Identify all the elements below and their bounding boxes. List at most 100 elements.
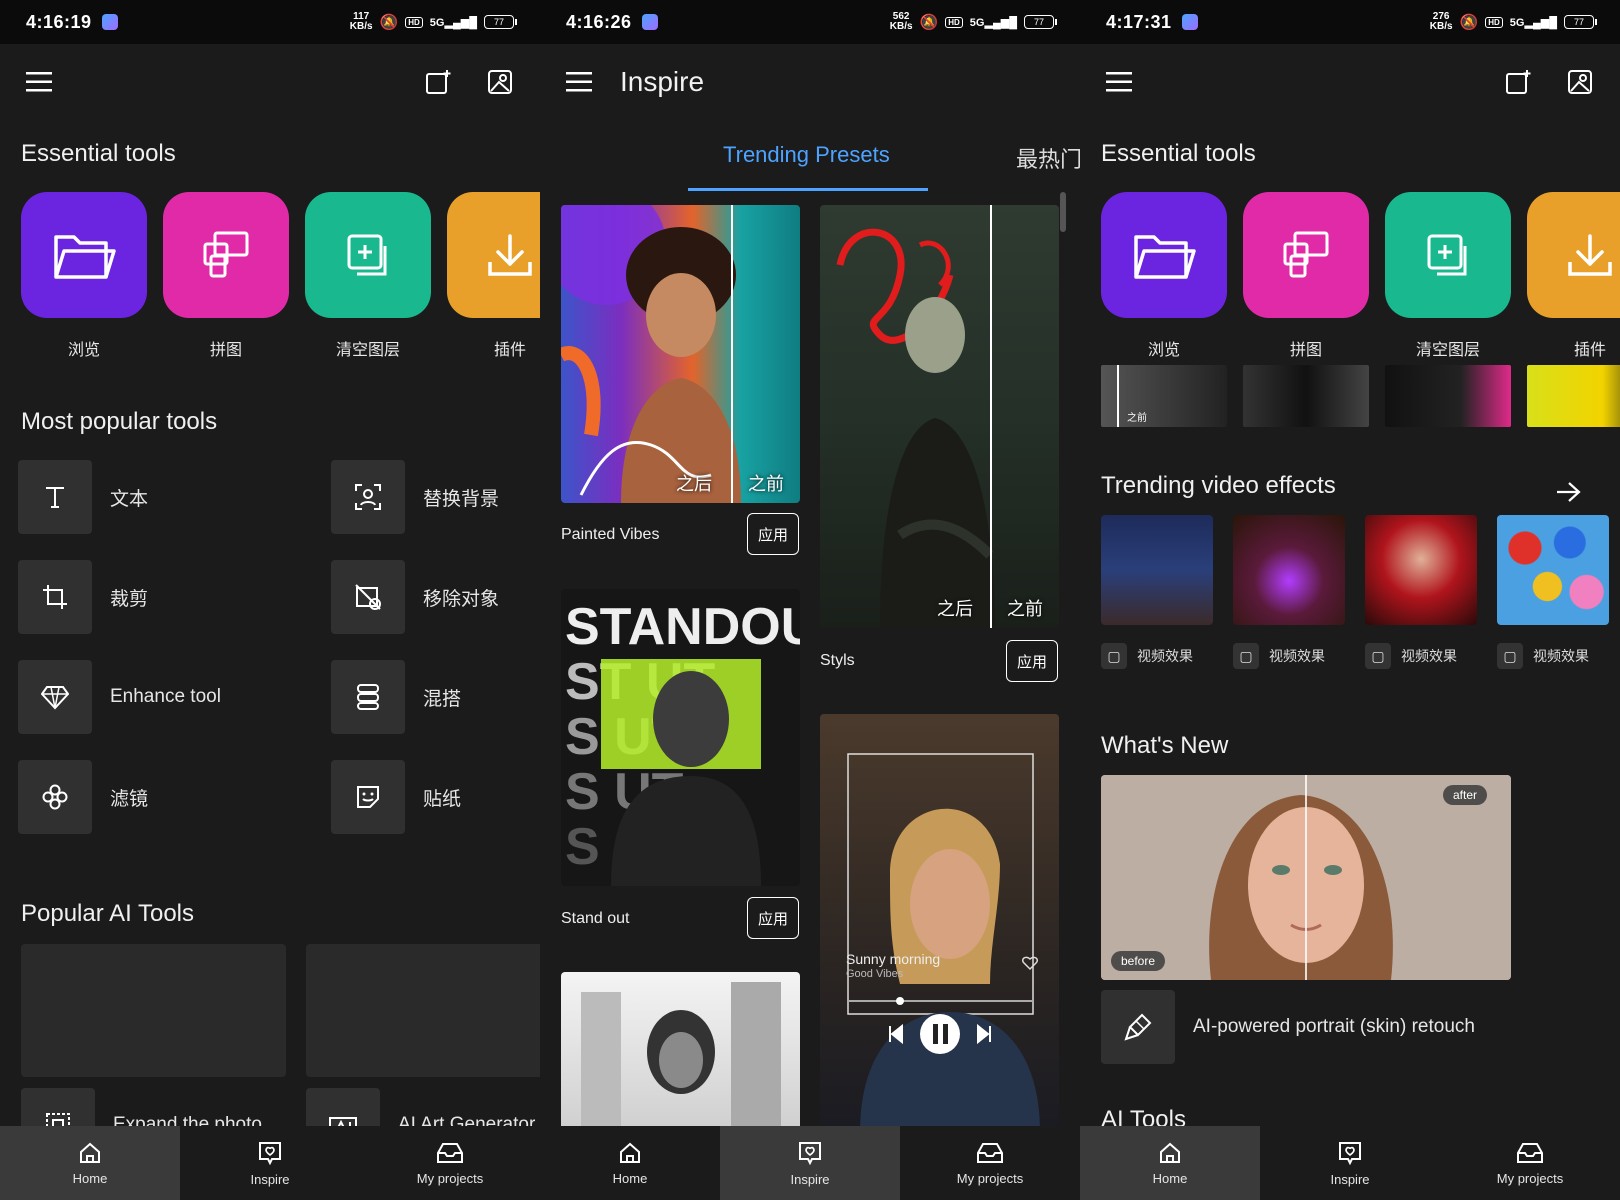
tool-browse[interactable]: 浏览 xyxy=(21,192,147,360)
nav-home[interactable]: Home xyxy=(540,1126,720,1200)
video-effect-icon: ▢ xyxy=(1365,643,1391,669)
tool-crop[interactable]: 裁剪 xyxy=(18,560,148,634)
diamond-icon xyxy=(18,660,92,734)
preset-name: Painted Vibes xyxy=(561,526,660,543)
tool-filter[interactable]: 滤镜 xyxy=(18,760,148,834)
tool-replace-background[interactable]: 替换背景 xyxy=(331,460,499,534)
mute-icon: 🔕 xyxy=(919,14,939,31)
top-app-bar xyxy=(1080,44,1620,120)
new-canvas-icon[interactable] xyxy=(1500,64,1536,100)
arrow-right-icon[interactable] xyxy=(1550,474,1586,510)
menu-icon[interactable] xyxy=(1102,64,1138,100)
download-icon xyxy=(1527,192,1620,318)
status-bar: 4:17:31 276 KB/s 🔕 HD 5G▂▄▆█ 77 xyxy=(1080,0,1620,44)
collage-icon xyxy=(1243,192,1369,318)
screen-home-1: 4:16:19 117 KB/s 🔕 HD 5G▂▄▆█ 77 Essentia… xyxy=(0,0,540,1200)
bottom-nav: Home Inspire My projects xyxy=(0,1126,540,1200)
preset-thumb[interactable] xyxy=(1385,365,1511,427)
bottom-nav: Home Inspire My projects xyxy=(540,1126,1080,1200)
video-effect-icon: ▢ xyxy=(1497,643,1523,669)
preset-thumb[interactable] xyxy=(1243,365,1369,427)
video-effect-card[interactable]: ▢ 视频效果 xyxy=(1365,515,1477,669)
top-app-bar xyxy=(0,44,540,120)
preset-image-music[interactable]: Sunny morning Good Vibes xyxy=(820,714,1059,1132)
inspire-icon xyxy=(1339,1141,1361,1165)
nav-home[interactable]: Home xyxy=(1080,1126,1260,1200)
tool-label: 浏览 xyxy=(67,342,100,359)
tool-plugins[interactable]: 插件 xyxy=(447,192,540,360)
tab-trending-presets[interactable]: Trending Presets xyxy=(723,142,890,168)
text-icon xyxy=(18,460,92,534)
gallery-icon[interactable] xyxy=(1562,64,1598,100)
nav-my-projects[interactable]: My projects xyxy=(900,1126,1080,1200)
whats-new-card[interactable]: after before xyxy=(1101,775,1511,980)
folder-icon xyxy=(1101,192,1227,318)
collage-icon xyxy=(163,192,289,318)
menu-icon[interactable] xyxy=(562,64,598,100)
svg-text:STANDOUT: STANDOUT xyxy=(565,598,800,656)
nav-my-projects[interactable]: My projects xyxy=(1440,1126,1620,1200)
whats-new-title: What's New xyxy=(1101,732,1229,759)
tool-sticker[interactable]: 贴纸 xyxy=(331,760,461,834)
network-speed: 117 KB/s xyxy=(349,11,373,32)
preset-image-styls[interactable]: 之后 之前 xyxy=(820,205,1059,628)
essential-tools-row: 浏览 拼图 清空图层 插件 xyxy=(1101,192,1620,360)
preset-thumb[interactable]: 之前 xyxy=(1101,365,1227,427)
tool-plugins[interactable]: 插件 xyxy=(1527,192,1620,360)
tab-hottest[interactable]: 最热门 xyxy=(1016,142,1080,174)
nav-inspire[interactable]: Inspire xyxy=(180,1126,360,1200)
preset-name: Styls xyxy=(820,652,855,669)
tool-label: 浏览 xyxy=(1147,342,1180,359)
nav-my-projects[interactable]: My projects xyxy=(360,1126,540,1200)
inspire-icon xyxy=(799,1141,821,1165)
song-subtitle: Good Vibes xyxy=(846,968,904,980)
new-canvas-icon[interactable] xyxy=(420,64,456,100)
video-effect-card[interactable]: ▢ 视频效果 xyxy=(1101,515,1213,669)
feature-portrait-retouch[interactable]: AI-powered portrait (skin) retouch xyxy=(1101,990,1475,1064)
app-notification-icon xyxy=(1181,14,1198,30)
video-effect-card[interactable]: ▢ 视频效果 xyxy=(1497,515,1609,669)
before-chip: before xyxy=(1111,951,1166,971)
scrollbar[interactable] xyxy=(1060,192,1066,232)
tool-clear-layer[interactable]: 清空图层 xyxy=(1385,192,1511,360)
tool-clear-layer[interactable]: 清空图层 xyxy=(305,192,431,360)
tool-remove-object[interactable]: 移除对象 xyxy=(331,560,499,634)
hd-badge: HD xyxy=(945,16,963,28)
preset-image-partial[interactable] xyxy=(561,972,800,1132)
gallery-icon[interactable] xyxy=(482,64,518,100)
tool-enhance[interactable]: Enhance tool xyxy=(18,660,221,734)
preset-thumb[interactable] xyxy=(1527,365,1620,427)
essential-tools-title: Essential tools xyxy=(21,140,176,167)
most-popular-title: Most popular tools xyxy=(21,408,218,435)
nav-inspire[interactable]: Inspire xyxy=(720,1126,900,1200)
tool-text[interactable]: 文本 xyxy=(18,460,148,534)
tool-label: 拼图 xyxy=(209,342,242,359)
apply-button[interactable]: 应用 xyxy=(747,897,799,939)
hd-badge: HD xyxy=(1485,16,1503,28)
home-icon xyxy=(620,1142,640,1163)
apply-button[interactable]: 应用 xyxy=(1006,640,1058,682)
tool-browse[interactable]: 浏览 xyxy=(1101,192,1227,360)
tool-collage[interactable]: 拼图 xyxy=(1243,192,1369,360)
video-effect-card[interactable]: ▢ 视频效果 xyxy=(1233,515,1345,669)
video-effect-icon: ▢ xyxy=(1101,643,1127,669)
preset-image-painted-vibes[interactable]: 之后 之前 xyxy=(561,205,800,503)
inbox-icon xyxy=(977,1142,1003,1163)
apply-button[interactable]: 应用 xyxy=(747,513,799,555)
hd-badge: HD xyxy=(405,16,423,28)
after-chip: after xyxy=(1443,785,1488,805)
tool-remix[interactable]: 混搭 xyxy=(331,660,461,734)
inbox-icon xyxy=(437,1142,463,1163)
flower-icon xyxy=(18,760,92,834)
preset-image-stand-out[interactable]: STANDOUT ST UT S UT S UT S JT xyxy=(561,589,800,886)
ai-tool-card-2[interactable] xyxy=(306,944,540,1077)
essential-tools-title: Essential tools xyxy=(1101,140,1256,167)
download-icon xyxy=(447,192,540,318)
home-icon xyxy=(80,1142,100,1163)
nav-inspire[interactable]: Inspire xyxy=(1260,1126,1440,1200)
ai-tool-card-1[interactable] xyxy=(21,944,286,1077)
signal-icon: 5G▂▄▆█ xyxy=(1509,16,1557,29)
nav-home[interactable]: Home xyxy=(0,1126,180,1200)
tool-collage[interactable]: 拼图 xyxy=(163,192,289,360)
menu-icon[interactable] xyxy=(22,64,58,100)
